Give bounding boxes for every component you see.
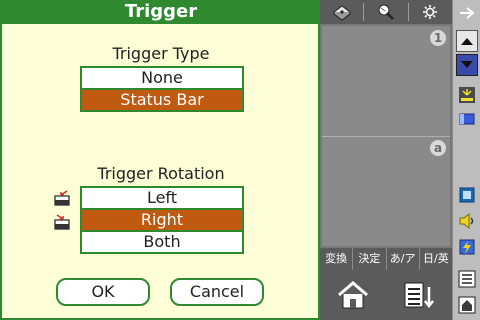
ime-toolbar [320,0,452,24]
window-icon [459,187,475,203]
ime-panel: 1 a 変換 決定 あ/ア 日/英 [320,0,452,320]
rotation-option-right[interactable]: Right [80,208,244,232]
home-button[interactable] [320,270,386,320]
ime-bottom-bar [320,270,452,320]
home-icon [338,281,368,309]
trigger-dialog: Trigger Trigger Type None Status Bar Tri… [0,0,320,320]
arrow-right-icon [460,7,475,19]
home-small-icon [458,296,476,314]
ime-key-row: 変換 決定 あ/ア 日/英 [320,248,452,270]
triangle-down-icon [461,61,473,68]
speaker-icon [459,212,474,230]
rotate-left-icon [54,190,70,206]
language-toggle-key[interactable]: 日/英 [420,248,452,270]
battery-lightning-icon [459,239,475,255]
kana-toggle-key[interactable]: あ/ア [387,248,420,270]
trigger-rotation-list: Left Right Both [80,186,244,254]
handwriting-input-area[interactable]: 1 a [322,26,450,246]
dialog-title: Trigger [2,0,320,24]
menu-list-icon [404,282,434,309]
menu-button[interactable] [386,270,452,320]
app-list-icon [458,270,476,288]
sparkle-status-icon [459,87,475,103]
trigger-type-option-status-bar[interactable]: Status Bar [80,88,244,112]
trigger-type-list: None Status Bar [80,66,244,112]
convert-key[interactable]: 変換 [320,248,354,270]
app-list-button[interactable] [456,268,478,290]
keyboard-button[interactable] [320,0,363,24]
card-button[interactable] [456,108,478,130]
home-small-button[interactable] [456,294,478,316]
handwriting-button[interactable] [364,0,407,24]
input-area-badge-number: 1 [430,30,446,46]
trigger-rotation-title: Trigger Rotation [97,164,225,183]
memory-card-icon [459,113,475,125]
status-button[interactable] [456,84,478,106]
rotation-option-both[interactable]: Both [80,230,244,254]
system-edge-bar [452,0,480,320]
ok-button[interactable]: OK [56,278,150,306]
input-area-divider [322,136,450,137]
scroll-up-button[interactable] [456,30,478,52]
scroll-down-button[interactable] [456,54,478,76]
trigger-type-option-none[interactable]: None [80,66,244,90]
rotate-right-icon [54,214,70,230]
rotation-option-left[interactable]: Left [80,186,244,210]
settings-button[interactable] [409,0,452,24]
enter-key[interactable]: 決定 [353,248,387,270]
trigger-type-title: Trigger Type [112,44,210,63]
volume-button[interactable] [456,210,478,232]
keyboard-icon [332,5,351,21]
window-button[interactable] [456,184,478,206]
gear-icon [423,5,438,19]
pen-icon [378,4,394,20]
power-button[interactable] [456,236,478,258]
input-area-badge-alpha: a [430,140,446,156]
triangle-up-icon [461,38,473,45]
cancel-button[interactable]: Cancel [170,278,264,306]
forward-button[interactable] [456,2,478,24]
